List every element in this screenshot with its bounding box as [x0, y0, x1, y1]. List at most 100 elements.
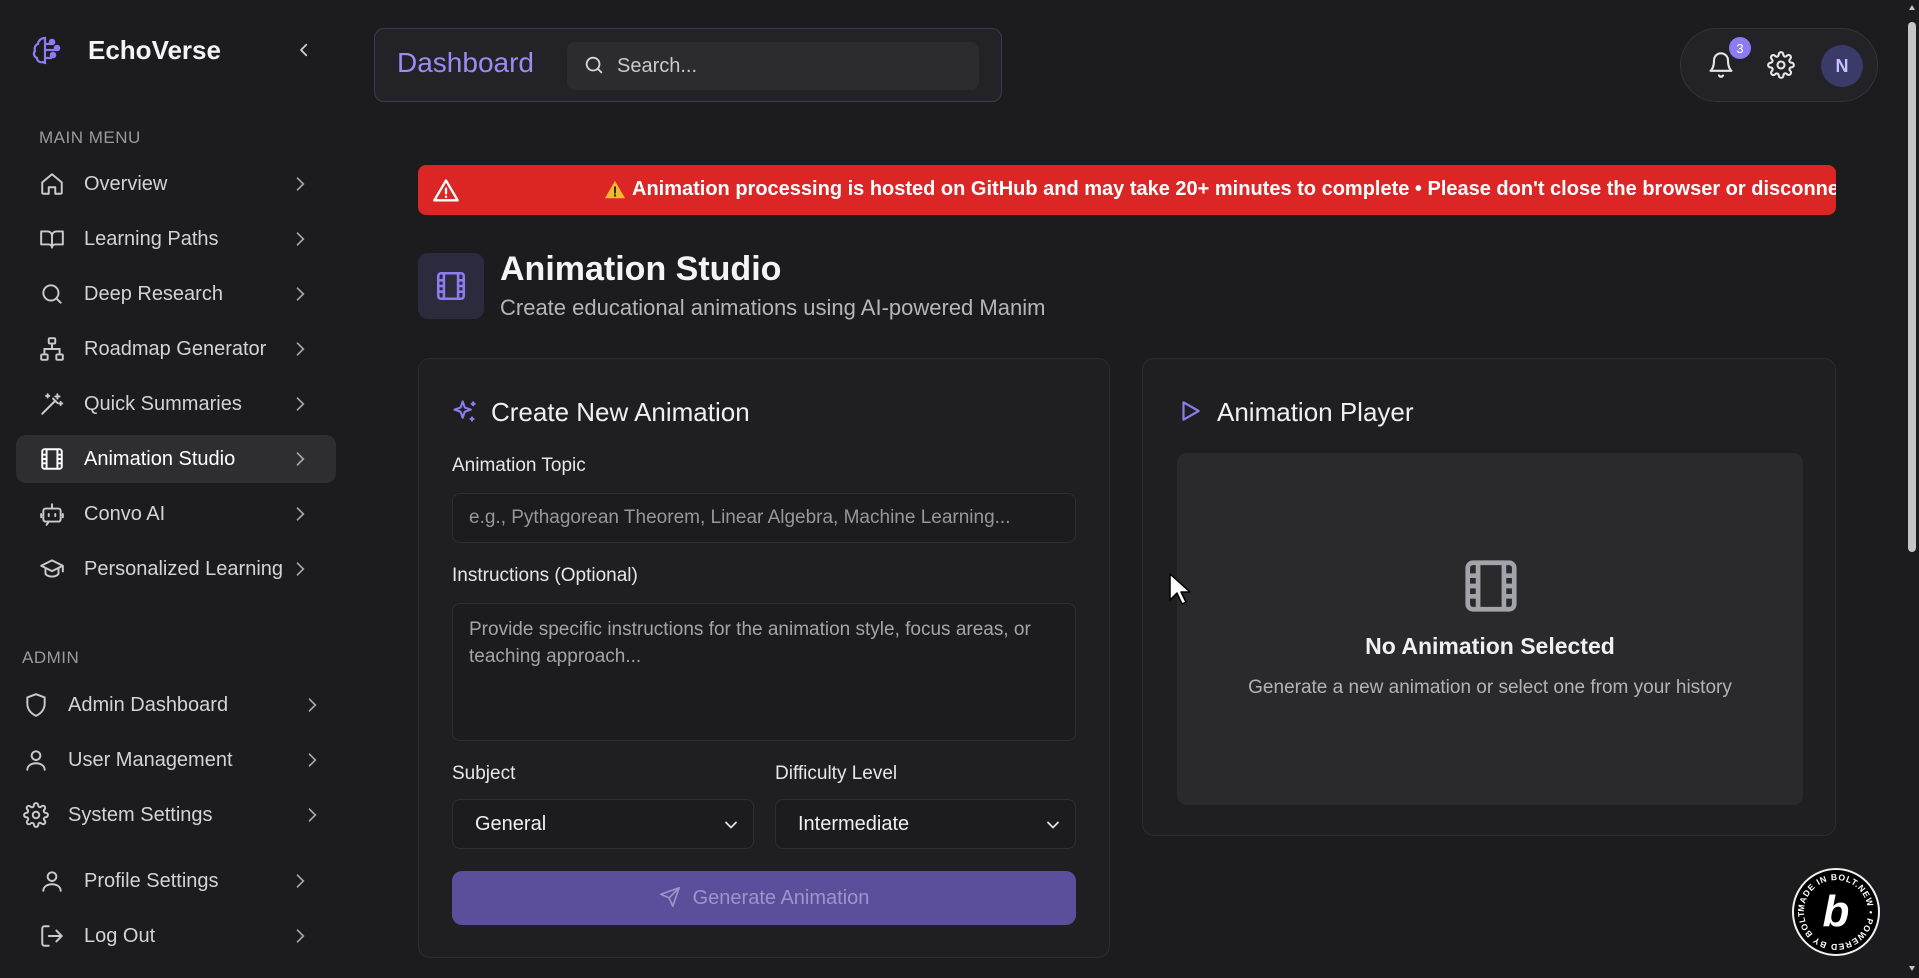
chevron-right-icon [290, 504, 310, 524]
chevron-right-icon [302, 805, 322, 825]
sidebar-item-roadmap-generator[interactable]: Roadmap Generator [16, 325, 336, 373]
create-animation-card: Create New Animation Animation Topic Ins… [418, 358, 1110, 958]
header-tools: 3 N [1680, 28, 1878, 102]
sidebar-item-label: Log Out [84, 924, 156, 947]
avatar[interactable]: N [1821, 45, 1863, 87]
sidebar-item-deep-research[interactable]: Deep Research [16, 270, 336, 318]
sidebar-item-label: Animation Studio [84, 447, 236, 470]
chevron-left-icon [300, 43, 308, 57]
chevron-right-icon [290, 284, 310, 304]
topic-input[interactable] [452, 493, 1076, 543]
brand[interactable]: EchoVerse [30, 30, 221, 70]
player-empty-state: No Animation Selected Generate a new ani… [1177, 453, 1803, 805]
sidebar-item-label: Deep Research [84, 282, 223, 305]
user-icon [22, 746, 50, 774]
instructions-label: Instructions (Optional) [452, 565, 638, 586]
mouse-cursor-icon [1168, 572, 1192, 606]
sidebar-item-label: Quick Summaries [84, 392, 242, 415]
search-bar[interactable] [567, 42, 979, 90]
chevron-right-icon [302, 750, 322, 770]
home-icon [38, 170, 66, 198]
difficulty-label: Difficulty Level [775, 763, 898, 784]
brain-logo-icon [30, 32, 66, 68]
scroll-up-icon[interactable] [1908, 4, 1916, 12]
topic-label: Animation Topic [452, 455, 586, 476]
chevron-down-icon [721, 815, 741, 835]
sidebar-item-admin-dashboard[interactable]: Admin Dashboard [8, 681, 344, 729]
film-icon [418, 253, 484, 319]
sidebar-item-overview[interactable]: Overview [16, 160, 336, 208]
send-icon [659, 886, 683, 910]
chevron-right-icon [290, 871, 310, 891]
subject-value: General [475, 812, 547, 835]
sidebar: EchoVerse MAIN MENU Overview Learning Pa… [0, 0, 350, 978]
gear-icon [22, 801, 50, 829]
warning-triangle-icon [432, 177, 460, 205]
sidebar-item-convo-ai[interactable]: Convo AI [16, 490, 336, 538]
film-icon [38, 445, 66, 473]
difficulty-value: Intermediate [798, 812, 910, 835]
graduation-cap-icon [38, 555, 66, 583]
admin-label: ADMIN [22, 648, 80, 667]
sidebar-item-label: Profile Settings [84, 869, 219, 892]
subject-label: Subject [452, 763, 516, 784]
sidebar-item-profile-settings[interactable]: Profile Settings [16, 857, 336, 905]
warning-text: Animation processing is hosted on GitHub… [632, 178, 1836, 200]
sidebar-item-learning-paths[interactable]: Learning Paths [16, 215, 336, 263]
sidebar-item-label: Convo AI [84, 502, 166, 525]
difficulty-select[interactable]: Intermediate [775, 799, 1076, 849]
bolt-logo-letter: b [1822, 887, 1850, 936]
page-title: Dashboard [397, 47, 534, 78]
main-menu-label: MAIN MENU [39, 128, 141, 147]
sitemap-icon [38, 335, 66, 363]
scroll-down-icon[interactable] [1908, 964, 1916, 972]
sidebar-item-label: User Management [68, 748, 233, 771]
chevron-right-icon [290, 559, 310, 579]
subject-select[interactable]: General [452, 799, 754, 849]
warning-message: Animation processing is hosted on GitHub… [604, 178, 1836, 201]
chevron-right-icon [290, 449, 310, 469]
bot-icon [38, 500, 66, 528]
sidebar-item-system-settings[interactable]: System Settings [8, 791, 344, 839]
notification-badge: 3 [1729, 37, 1751, 59]
sparkles-icon [451, 398, 481, 428]
chevron-right-icon [290, 174, 310, 194]
sidebar-item-user-management[interactable]: User Management [8, 736, 344, 784]
sidebar-item-label: Learning Paths [84, 227, 219, 250]
shield-icon [22, 691, 50, 719]
top-header: Dashboard [374, 28, 1002, 102]
chevron-right-icon [302, 695, 322, 715]
search-icon [583, 54, 607, 78]
user-icon [38, 867, 66, 895]
page-scrollbar[interactable] [1904, 0, 1919, 978]
bolt-badge[interactable]: MADE IN BOLT.NEW • POWERED BY BOLT.NEW •… [1792, 868, 1880, 956]
chevron-right-icon [290, 229, 310, 249]
sidebar-item-label: System Settings [68, 803, 213, 826]
empty-subtitle: Generate a new animation or select one f… [1248, 677, 1732, 698]
search-icon [38, 280, 66, 308]
logout-icon [38, 922, 66, 950]
book-open-icon [38, 225, 66, 253]
sidebar-item-quick-summaries[interactable]: Quick Summaries [16, 380, 336, 428]
sidebar-item-log-out[interactable]: Log Out [16, 912, 336, 960]
sidebar-item-label: Overview [84, 172, 168, 195]
play-icon [1177, 398, 1207, 428]
brand-name: EchoVerse [88, 34, 221, 65]
collapse-sidebar-button[interactable] [290, 36, 318, 64]
card-title: Animation Player [1177, 397, 1414, 428]
instructions-textarea[interactable] [452, 603, 1076, 741]
processing-warning-banner: Animation processing is hosted on GitHub… [418, 165, 1836, 215]
magic-wand-icon [38, 390, 66, 418]
chevron-right-icon [290, 339, 310, 359]
chevron-right-icon [290, 926, 310, 946]
studio-title: Animation Studio [500, 250, 782, 288]
film-icon [1460, 555, 1522, 617]
generate-animation-button[interactable]: Generate Animation [452, 871, 1076, 925]
chevron-down-icon [1043, 815, 1063, 835]
sidebar-item-animation-studio[interactable]: Animation Studio [16, 435, 336, 483]
search-input[interactable] [617, 54, 947, 78]
scrollbar-thumb[interactable] [1908, 22, 1916, 552]
gear-icon[interactable] [1767, 51, 1797, 81]
sidebar-item-personalized-learning[interactable]: Personalized Learning [16, 545, 336, 593]
sidebar-item-label: Admin Dashboard [68, 693, 229, 716]
